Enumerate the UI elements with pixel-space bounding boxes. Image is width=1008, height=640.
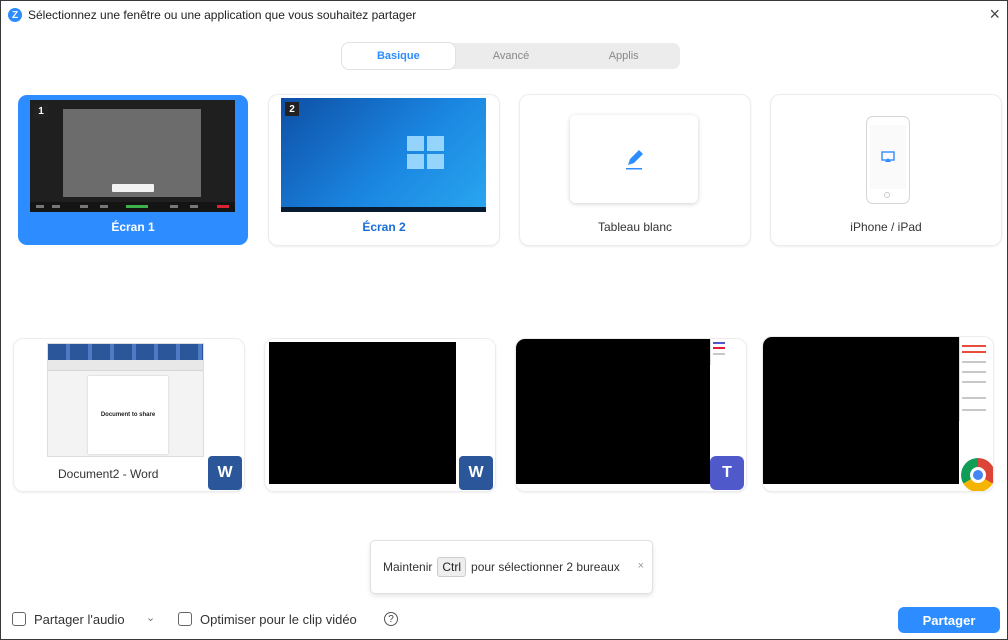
share-button[interactable]: Partager <box>898 607 1000 633</box>
whiteboard-label: Tableau blanc <box>597 220 673 234</box>
title-bar: Z Sélectionnez une fenêtre ou une applic… <box>0 0 1008 30</box>
pencil-icon <box>626 150 643 170</box>
phone-screen <box>870 125 906 189</box>
teams-icon: T <box>710 456 744 490</box>
window-preview-blank <box>269 342 456 484</box>
home-button <box>884 192 890 198</box>
hint-prefix: Maintenir <box>383 560 433 574</box>
document-preview-text: Document to share <box>100 412 156 418</box>
ctrl-key: Ctrl <box>437 557 467 577</box>
share-audio-checkbox[interactable] <box>12 612 26 626</box>
screen-card-2[interactable]: 2 Écran 2 <box>269 95 499 245</box>
screen-number-badge: 1 <box>34 104 48 118</box>
whiteboard-preview <box>570 115 698 203</box>
word-icon: W <box>208 456 242 490</box>
tab-basique[interactable]: Basique <box>342 43 455 69</box>
iphone-ipad-card[interactable]: iPhone / iPad <box>771 95 1001 245</box>
windows-logo-icon <box>407 136 445 170</box>
screen-card-1[interactable]: 1 Écran 1 <box>18 95 248 245</box>
screen-label: Écran 2 <box>362 220 406 234</box>
document-page: Document to share <box>88 376 168 454</box>
window-preview-edge <box>959 337 988 421</box>
word-icon: W <box>459 456 493 490</box>
optimize-video-label[interactable]: Optimiser pour le clip vidéo <box>200 612 357 627</box>
tab-bar: Basique Avancé Applis <box>342 43 680 69</box>
window-preview-edge <box>710 339 727 365</box>
window-card-word-document[interactable]: Document to share Document2 - Word W <box>14 339 244 491</box>
iphone-preview <box>866 116 910 204</box>
screen-2-preview: 2 <box>281 98 486 212</box>
screen-1-preview: 1 <box>30 100 235 212</box>
chrome-icon <box>961 458 993 491</box>
help-icon[interactable]: ? <box>384 612 398 626</box>
tab-avance[interactable]: Avancé <box>455 43 568 69</box>
audio-options-chevron-down-icon[interactable]: ⌄ <box>146 611 155 624</box>
screen-number-badge: 2 <box>285 102 299 116</box>
meeting-notice <box>112 184 154 192</box>
word-toolbar <box>48 360 203 371</box>
window-title: Sélectionnez une fenêtre ou une applicat… <box>28 8 417 22</box>
multi-desktop-hint: Maintenir Ctrl pour sélectionner 2 burea… <box>371 541 652 593</box>
tab-applis[interactable]: Applis <box>567 43 680 69</box>
hint-close-icon[interactable]: × <box>638 560 644 572</box>
whiteboard-card[interactable]: Tableau blanc <box>520 95 750 245</box>
airplay-icon <box>881 151 895 162</box>
window-card-word-2[interactable]: W <box>265 339 495 491</box>
iphone-ipad-label: iPhone / iPad <box>850 220 922 234</box>
window-card-teams[interactable]: T <box>516 339 746 491</box>
close-icon[interactable]: × <box>989 4 1000 24</box>
taskbar <box>281 207 486 212</box>
share-audio-label[interactable]: Partager l'audio <box>34 612 125 627</box>
word-document-preview: Document to share <box>47 343 204 457</box>
hint-suffix: pour sélectionner 2 bureaux <box>471 560 620 574</box>
screen-label: Écran 1 <box>111 220 155 234</box>
window-preview-blank <box>763 337 959 484</box>
meeting-toolbar <box>30 202 235 212</box>
zoom-logo-icon: Z <box>8 8 22 22</box>
optimize-video-checkbox[interactable] <box>178 612 192 626</box>
window-card-chrome[interactable] <box>763 337 993 491</box>
word-ribbon <box>48 344 203 360</box>
window-preview-blank <box>516 339 710 484</box>
